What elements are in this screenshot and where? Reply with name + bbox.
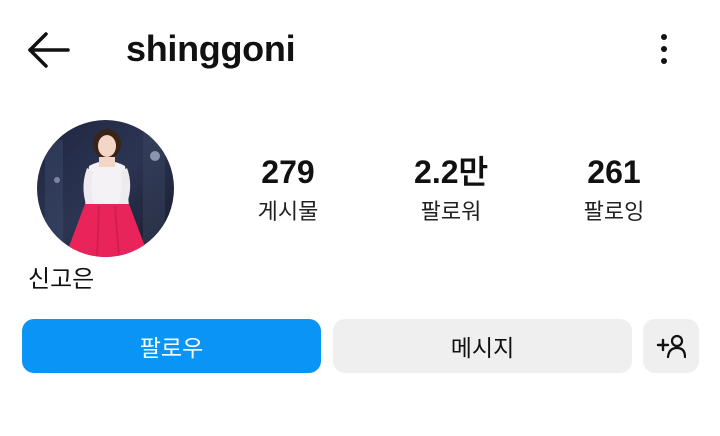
followers-label: 팔로워 xyxy=(420,200,482,225)
profile-full-name: 신고은 xyxy=(28,265,95,293)
suggest-people-button[interactable] xyxy=(643,319,699,373)
add-person-icon xyxy=(656,334,686,359)
message-button[interactable]: 메시지 xyxy=(333,319,632,373)
stat-following[interactable]: 261 팔로잉 xyxy=(544,152,684,230)
stat-followers[interactable]: 2.2만 팔로워 xyxy=(381,152,521,230)
posts-count: 279 xyxy=(261,154,315,190)
profile-photo xyxy=(37,120,174,257)
more-options-button[interactable] xyxy=(650,30,678,70)
following-label: 팔로잉 xyxy=(583,200,645,225)
back-button[interactable] xyxy=(24,28,72,72)
followers-count: 2.2만 xyxy=(414,154,488,190)
stat-posts[interactable]: 279 게시물 xyxy=(218,152,358,230)
posts-label: 게시물 xyxy=(257,200,319,225)
avatar[interactable] xyxy=(37,120,174,257)
arrow-left-icon xyxy=(28,32,70,68)
following-count: 261 xyxy=(587,154,641,190)
follow-button[interactable]: 팔로우 xyxy=(22,319,321,373)
more-vertical-icon xyxy=(650,34,678,64)
top-bar: shinggoni xyxy=(0,0,720,100)
profile-username: shinggoni xyxy=(126,28,296,69)
